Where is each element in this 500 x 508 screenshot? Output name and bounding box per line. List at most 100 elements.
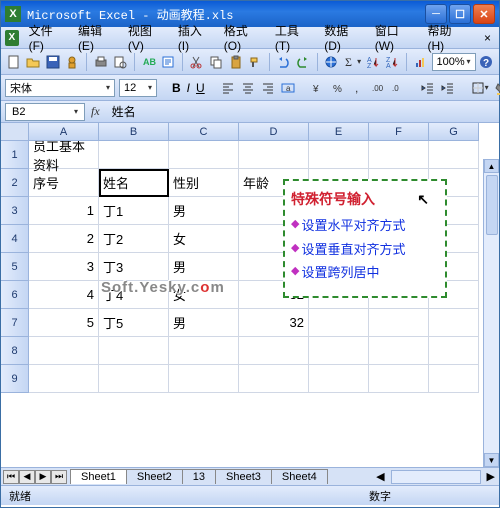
- menu-insert[interactable]: 插入(I): [172, 20, 214, 55]
- hyperlink-icon[interactable]: [323, 51, 341, 73]
- cell-D8[interactable]: [239, 337, 309, 365]
- cell-C4[interactable]: 女: [169, 225, 239, 253]
- row-header[interactable]: 5: [1, 253, 29, 281]
- tab-nav-last-icon[interactable]: ⏭: [51, 470, 67, 484]
- hscroll-right-icon[interactable]: ▶: [487, 470, 495, 483]
- menu-help[interactable]: 帮助(H): [421, 20, 468, 55]
- fill-color-icon[interactable]: ▾: [494, 78, 500, 98]
- column-header-E[interactable]: E: [309, 123, 369, 141]
- open-icon[interactable]: [25, 51, 43, 73]
- cell-C9[interactable]: [169, 365, 239, 393]
- sheet-tab-Sheet4[interactable]: Sheet4: [271, 469, 328, 484]
- row-header[interactable]: 7: [1, 309, 29, 337]
- underline-button[interactable]: U: [195, 78, 206, 98]
- cell-C1[interactable]: [169, 141, 239, 169]
- print-icon[interactable]: [92, 51, 110, 73]
- cell-A7[interactable]: 5: [29, 309, 99, 337]
- borders-icon[interactable]: ▾: [470, 78, 490, 98]
- bold-button[interactable]: B: [171, 78, 182, 98]
- scroll-thumb[interactable]: [486, 175, 498, 235]
- column-header-D[interactable]: D: [239, 123, 309, 141]
- zoom-select[interactable]: 100%▾: [432, 53, 476, 71]
- cell-A5[interactable]: 3: [29, 253, 99, 281]
- cell-G8[interactable]: [429, 337, 479, 365]
- row-header[interactable]: 1: [1, 141, 29, 169]
- close-button[interactable]: ✕: [473, 4, 495, 24]
- cell-C3[interactable]: 男: [169, 197, 239, 225]
- autosum-icon[interactable]: Σ▾: [342, 51, 362, 73]
- font-name-select[interactable]: 宋体▾: [5, 79, 115, 97]
- cell-E7[interactable]: [309, 309, 369, 337]
- cell-C7[interactable]: 男: [169, 309, 239, 337]
- undo-icon[interactable]: [275, 51, 293, 73]
- column-header-F[interactable]: F: [369, 123, 429, 141]
- cell-E8[interactable]: [309, 337, 369, 365]
- align-center-icon[interactable]: [240, 78, 256, 98]
- cut-icon[interactable]: [188, 51, 206, 73]
- cell-C5[interactable]: 男: [169, 253, 239, 281]
- comma-icon[interactable]: ,: [350, 78, 366, 98]
- percent-icon[interactable]: %: [330, 78, 346, 98]
- sheet-tab-Sheet1[interactable]: Sheet1: [70, 469, 127, 484]
- cell-B8[interactable]: [99, 337, 169, 365]
- row-header[interactable]: 8: [1, 337, 29, 365]
- align-left-icon[interactable]: [220, 78, 236, 98]
- hscroll-left-icon[interactable]: ◀: [376, 470, 384, 483]
- row-header[interactable]: 3: [1, 197, 29, 225]
- menu-view[interactable]: 视图(V): [122, 20, 168, 55]
- cell-A2[interactable]: 序号: [29, 169, 99, 197]
- column-header-C[interactable]: C: [169, 123, 239, 141]
- cell-F1[interactable]: [369, 141, 429, 169]
- cell-B3[interactable]: 丁1: [99, 197, 169, 225]
- column-header-A[interactable]: A: [29, 123, 99, 141]
- tab-nav-first-icon[interactable]: ⏮: [3, 470, 19, 484]
- select-all-corner[interactable]: [1, 123, 29, 141]
- cell-A4[interactable]: 2: [29, 225, 99, 253]
- cell-C2[interactable]: 性别: [169, 169, 239, 197]
- cell-B7[interactable]: 丁5: [99, 309, 169, 337]
- paste-icon[interactable]: [227, 51, 245, 73]
- cell-D7[interactable]: 32: [239, 309, 309, 337]
- row-header[interactable]: 9: [1, 365, 29, 393]
- formula-bar-value[interactable]: 姓名: [106, 103, 495, 120]
- cell-B2[interactable]: 姓名: [99, 169, 169, 197]
- print-preview-icon[interactable]: [112, 51, 130, 73]
- sheet-tab-Sheet3[interactable]: Sheet3: [215, 469, 272, 484]
- cell-C8[interactable]: [169, 337, 239, 365]
- scroll-down-icon[interactable]: ▼: [484, 453, 499, 467]
- column-header-B[interactable]: B: [99, 123, 169, 141]
- sort-asc-icon[interactable]: AZ: [364, 51, 382, 73]
- cell-G9[interactable]: [429, 365, 479, 393]
- cell-A6[interactable]: 4: [29, 281, 99, 309]
- new-icon[interactable]: [5, 51, 23, 73]
- cell-A9[interactable]: [29, 365, 99, 393]
- cell-E1[interactable]: [309, 141, 369, 169]
- menu-edit[interactable]: 编辑(E): [72, 20, 118, 55]
- menu-tools[interactable]: 工具(T): [269, 20, 314, 55]
- cell-B1[interactable]: [99, 141, 169, 169]
- row-header[interactable]: 2: [1, 169, 29, 197]
- horizontal-scrollbar[interactable]: [391, 470, 481, 484]
- increase-indent-icon[interactable]: [440, 78, 456, 98]
- italic-button[interactable]: I: [186, 78, 191, 98]
- cell-A8[interactable]: [29, 337, 99, 365]
- scroll-up-icon[interactable]: ▲: [484, 159, 499, 173]
- permission-icon[interactable]: [64, 51, 82, 73]
- format-painter-icon[interactable]: [246, 51, 264, 73]
- tab-nav-next-icon[interactable]: ▶: [35, 470, 51, 484]
- menu-data[interactable]: 数据(D): [318, 20, 365, 55]
- copy-icon[interactable]: [207, 51, 225, 73]
- menu-file[interactable]: 文件(F): [23, 20, 68, 55]
- cell-A1[interactable]: 员工基本资料: [29, 141, 99, 169]
- cell-F9[interactable]: [369, 365, 429, 393]
- cell-F8[interactable]: [369, 337, 429, 365]
- row-header[interactable]: 6: [1, 281, 29, 309]
- align-right-icon[interactable]: [260, 78, 276, 98]
- decrease-indent-icon[interactable]: [420, 78, 436, 98]
- name-box[interactable]: B2▾: [5, 103, 85, 121]
- chart-wizard-icon[interactable]: [412, 51, 430, 73]
- cell-B4[interactable]: 丁2: [99, 225, 169, 253]
- menu-window[interactable]: 窗口(W): [369, 20, 418, 55]
- cell-G7[interactable]: [429, 309, 479, 337]
- cell-B5[interactable]: 丁3: [99, 253, 169, 281]
